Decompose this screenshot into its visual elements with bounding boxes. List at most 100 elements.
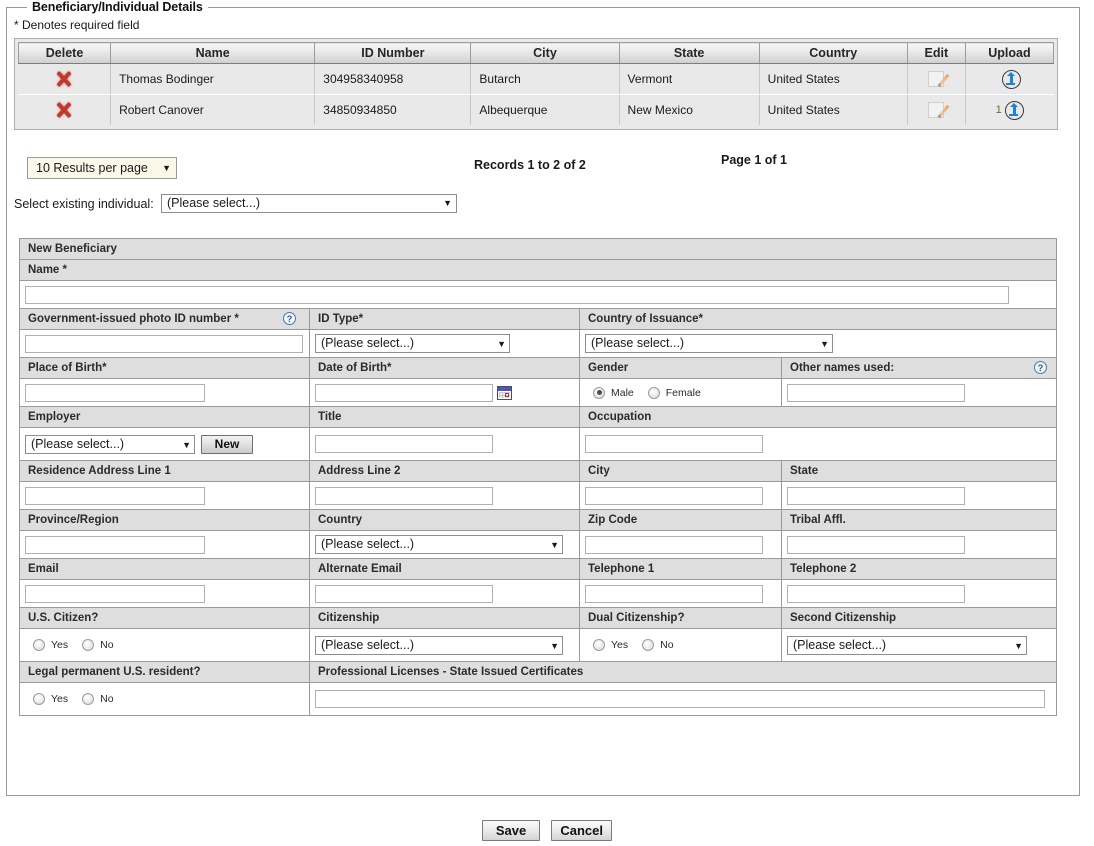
- occupation-input[interactable]: [585, 435, 763, 453]
- calendar-icon[interactable]: [497, 385, 512, 400]
- label-dual-citizenship: Dual Citizenship?: [580, 608, 782, 629]
- id-type-dropdown[interactable]: (Please select...) ▼: [315, 334, 510, 353]
- upload-count: 1: [995, 104, 1002, 116]
- form-action-bar: Save Cancel: [0, 820, 1094, 841]
- field-id-type-wrap: (Please select...) ▼: [310, 330, 580, 358]
- results-per-page-value: 10 Results per page: [36, 161, 148, 175]
- country-issuance-dropdown[interactable]: (Please select...) ▼: [585, 334, 833, 353]
- field-country-wrap: (Please select...) ▼: [310, 531, 580, 559]
- title-input[interactable]: [315, 435, 493, 453]
- edit-icon[interactable]: [928, 102, 945, 118]
- telephone-1-input[interactable]: [585, 584, 763, 603]
- label-employer: Employer: [20, 407, 310, 428]
- professional-licenses-input[interactable]: [315, 690, 1045, 708]
- select-existing-individual-label: Select existing individual:: [14, 197, 154, 211]
- date-of-birth-input[interactable]: [315, 383, 493, 402]
- label-alternate-email: Alternate Email: [310, 559, 580, 580]
- gender-female-radio[interactable]: [647, 386, 660, 399]
- help-icon[interactable]: ?: [1034, 361, 1047, 374]
- second-citizenship-dropdown[interactable]: (Please select...) ▼: [787, 635, 1027, 655]
- residence-address-1-input[interactable]: [25, 486, 205, 505]
- legal-resident-yes-label: Yes: [51, 693, 69, 705]
- new-employer-button[interactable]: New: [201, 434, 253, 454]
- chevron-down-icon: ▼: [550, 640, 559, 651]
- upload-cell: [965, 63, 1054, 95]
- legal-resident-no-radio[interactable]: [82, 693, 95, 705]
- chevron-down-icon: ▼: [497, 339, 506, 349]
- us-citizen-yes-label: Yes: [51, 639, 69, 651]
- chevron-down-icon: ▼: [162, 163, 171, 173]
- label-residence-address-1: Residence Address Line 1: [20, 461, 310, 482]
- label-other-names-text: Other names used:: [790, 362, 895, 374]
- delete-icon[interactable]: [55, 70, 73, 88]
- gender-male-radio[interactable]: [593, 386, 605, 399]
- column-header-city: City: [470, 42, 620, 64]
- edit-icon[interactable]: [928, 71, 945, 87]
- field-other-names-wrap: [782, 379, 1056, 407]
- section-title-new-beneficiary: New Beneficiary: [20, 239, 1056, 260]
- legal-resident-no-label: No: [100, 693, 114, 705]
- second-citizenship-value: (Please select...): [793, 637, 887, 652]
- field-date-of-birth-wrap: [310, 379, 580, 407]
- label-second-citizenship: Second Citizenship: [782, 608, 1056, 629]
- save-button[interactable]: Save: [482, 820, 540, 841]
- us-citizen-no-radio[interactable]: [82, 639, 95, 651]
- chevron-down-icon: ▼: [820, 339, 829, 349]
- country-issuance-value: (Please select...): [591, 336, 685, 350]
- field-dual-citizenship-wrap: Yes No: [580, 629, 782, 662]
- beneficiary-records-table: Delete Name ID Number City State Country…: [14, 38, 1058, 130]
- select-existing-individual-dropdown[interactable]: ▼ (Please select...): [161, 194, 457, 213]
- results-per-page-select[interactable]: ▼ 10 Results per page: [27, 157, 177, 179]
- alternate-email-input[interactable]: [315, 584, 493, 603]
- country-dropdown[interactable]: (Please select...) ▼: [315, 535, 563, 554]
- row-name: Robert Canover: [110, 94, 316, 125]
- citizenship-dropdown[interactable]: (Please select...) ▼: [315, 635, 563, 655]
- field-citizenship-wrap: (Please select...) ▼: [310, 629, 580, 662]
- label-other-names: Other names used: ?: [782, 358, 1056, 379]
- field-second-citizenship-wrap: (Please select...) ▼: [782, 629, 1056, 662]
- us-citizen-yes-radio[interactable]: [33, 639, 45, 651]
- delete-icon[interactable]: [55, 101, 73, 119]
- tribal-affl-input[interactable]: [787, 535, 965, 554]
- upload-icon[interactable]: [1004, 100, 1024, 120]
- province-region-input[interactable]: [25, 535, 205, 554]
- label-address-line-2: Address Line 2: [310, 461, 580, 482]
- zip-code-input[interactable]: [585, 535, 763, 554]
- field-place-of-birth-wrap: [20, 379, 310, 407]
- cancel-button[interactable]: Cancel: [551, 820, 612, 841]
- row-name: Thomas Bodinger: [110, 63, 316, 95]
- table-row: Thomas Bodinger 304958340958 Butarch Ver…: [18, 63, 1054, 95]
- field-telephone-2-wrap: [782, 580, 1056, 608]
- gov-id-input[interactable]: [25, 334, 303, 353]
- label-citizenship: Citizenship: [310, 608, 580, 629]
- email-input[interactable]: [25, 584, 205, 603]
- legal-resident-yes-radio[interactable]: [33, 693, 45, 705]
- state-input[interactable]: [787, 486, 965, 505]
- telephone-2-input[interactable]: [787, 584, 965, 603]
- employer-dropdown[interactable]: (Please select...) ▼: [25, 434, 195, 454]
- select-existing-individual-value: (Please select...): [167, 196, 261, 210]
- place-of-birth-input[interactable]: [25, 383, 205, 402]
- row-id-number: 304958340958: [314, 63, 472, 95]
- field-residence-address-1-wrap: [20, 482, 310, 510]
- help-icon[interactable]: ?: [283, 312, 296, 325]
- id-type-value: (Please select...): [321, 336, 415, 350]
- field-province-region-wrap: [20, 531, 310, 559]
- city-input[interactable]: [585, 486, 763, 505]
- address-line-2-input[interactable]: [315, 486, 493, 505]
- field-city-wrap: [580, 482, 782, 510]
- upload-icon[interactable]: [1001, 69, 1021, 89]
- name-input[interactable]: [25, 285, 1009, 304]
- field-professional-licenses-wrap: [310, 683, 1056, 716]
- dual-citizenship-no-radio[interactable]: [642, 639, 655, 651]
- label-id-type: ID Type*: [310, 309, 580, 330]
- label-title: Title: [310, 407, 580, 428]
- other-names-input[interactable]: [787, 383, 965, 402]
- dual-citizenship-yes-radio[interactable]: [593, 639, 605, 651]
- chevron-down-icon: ▼: [182, 439, 191, 450]
- us-citizen-no-label: No: [100, 639, 114, 651]
- row-state: Vermont: [619, 63, 760, 95]
- label-occupation: Occupation: [580, 407, 1056, 428]
- field-legal-permanent-resident-wrap: Yes No: [20, 683, 310, 716]
- field-gender-wrap: Male Female: [580, 379, 782, 407]
